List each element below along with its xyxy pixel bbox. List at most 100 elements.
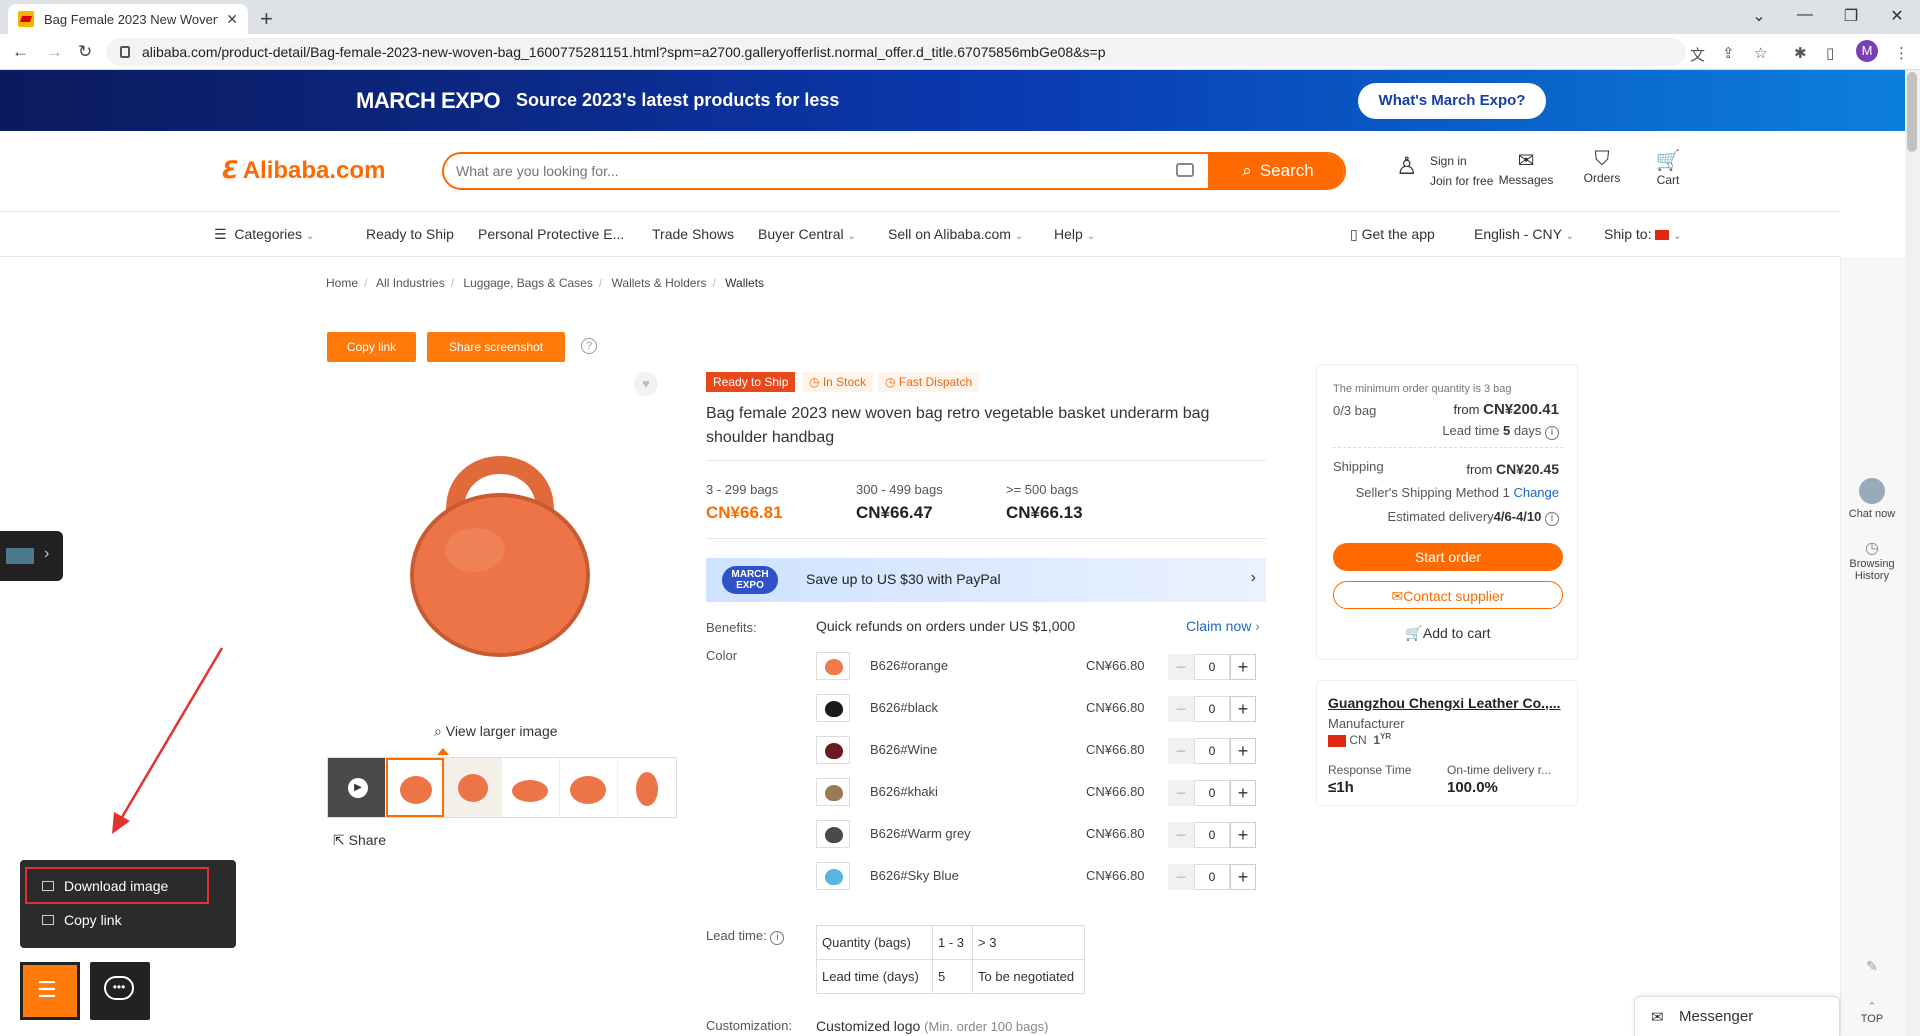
get-app-link[interactable]: ▯ Get the app	[1350, 226, 1435, 243]
thumbnail-video[interactable]: ▶	[328, 758, 386, 817]
supplier-name-link[interactable]: Guangzhou Chengxi Leather Co.,...	[1328, 695, 1561, 711]
thumbnail-3[interactable]	[502, 758, 560, 817]
orders-link[interactable]: ⛉ Orders	[1572, 148, 1632, 185]
start-order-button[interactable]: Start order	[1333, 543, 1563, 571]
info-icon[interactable]: i	[1545, 426, 1559, 440]
breadcrumb-wallets[interactable]: Wallets	[725, 276, 764, 290]
quantity-input[interactable]: 0	[1194, 738, 1230, 764]
nav-trade-shows[interactable]: Trade Shows	[652, 226, 734, 242]
color-swatch[interactable]	[816, 820, 850, 848]
whats-march-expo-button[interactable]: What's March Expo?	[1358, 83, 1546, 119]
share-page-icon[interactable]: ⇪	[1722, 44, 1735, 62]
reload-icon[interactable]: ↻	[78, 42, 92, 62]
nav-ready-to-ship[interactable]: Ready to Ship	[366, 226, 454, 242]
breadcrumb-luggage[interactable]: Luggage, Bags & Cases	[463, 276, 592, 290]
alibaba-logo[interactable]: ℇ Alibaba.com	[222, 156, 385, 185]
quantity-input[interactable]: 0	[1194, 780, 1230, 806]
color-swatch[interactable]	[816, 862, 850, 890]
tab-search-icon[interactable]: ⌄	[1744, 6, 1774, 26]
close-tab-icon[interactable]: ✕	[226, 11, 238, 28]
view-larger-image-link[interactable]: ⌕ View larger image	[434, 723, 558, 740]
forward-icon[interactable]: →	[46, 42, 63, 62]
search-button[interactable]: ⌕ Search	[1208, 154, 1344, 188]
thumbnail-5[interactable]	[618, 758, 676, 817]
breadcrumb-all-industries[interactable]: All Industries	[376, 276, 445, 290]
decrease-quantity-button[interactable]: −	[1168, 780, 1194, 806]
increase-quantity-button[interactable]: +	[1230, 822, 1256, 848]
decrease-quantity-button[interactable]: −	[1168, 822, 1194, 848]
increase-quantity-button[interactable]: +	[1230, 654, 1256, 680]
claim-now-link[interactable]: Claim now ›	[1186, 618, 1260, 634]
menu-dots-icon[interactable]: ⋮	[1894, 44, 1909, 62]
messenger-bar[interactable]: ✉ Messenger	[1634, 996, 1840, 1036]
chat-now-button[interactable]: Chat now	[1842, 478, 1902, 520]
info-icon[interactable]: i	[770, 931, 785, 945]
minimize-icon[interactable]: —	[1790, 6, 1820, 24]
nav-personal-protective[interactable]: Personal Protective E...	[478, 226, 624, 242]
decrease-quantity-button[interactable]: −	[1168, 738, 1194, 764]
quantity-input[interactable]: 0	[1194, 696, 1230, 722]
decrease-quantity-button[interactable]: −	[1168, 696, 1194, 722]
feedback-icon[interactable]: ✎	[1842, 958, 1902, 975]
quantity-input[interactable]: 0	[1194, 864, 1230, 890]
extensions-icon[interactable]: ✱	[1794, 44, 1807, 62]
new-tab-icon[interactable]: +	[260, 6, 273, 32]
copy-link-option[interactable]: Copy link	[42, 912, 122, 928]
march-expo-banner[interactable]: MARCH EXPO Source 2023's latest products…	[0, 70, 1905, 131]
cart-link[interactable]: 🛒 Cart	[1638, 148, 1698, 187]
quantity-input[interactable]: 0	[1194, 822, 1230, 848]
search-input[interactable]	[456, 154, 1156, 188]
color-swatch[interactable]	[816, 778, 850, 806]
close-window-icon[interactable]: ✕	[1882, 6, 1912, 26]
back-icon[interactable]: ←	[12, 42, 29, 62]
nav-sell[interactable]: Sell on Alibaba.com ⌄	[888, 226, 1023, 242]
color-swatch[interactable]	[816, 736, 850, 764]
nav-buyer-central[interactable]: Buyer Central ⌄	[758, 226, 856, 242]
browsing-history-button[interactable]: ◷ Browsing History	[1842, 538, 1902, 582]
change-shipping-link[interactable]: Change	[1513, 485, 1559, 500]
decrease-quantity-button[interactable]: −	[1168, 654, 1194, 680]
chat-bubble-button[interactable]: •••	[90, 962, 150, 1020]
scrollbar-thumb[interactable]	[1907, 72, 1917, 152]
increase-quantity-button[interactable]: +	[1230, 780, 1256, 806]
share-link[interactable]: ⇱ Share	[333, 832, 386, 849]
increase-quantity-button[interactable]: +	[1230, 696, 1256, 722]
color-swatch[interactable]	[816, 652, 850, 680]
color-swatch[interactable]	[816, 694, 850, 722]
favorite-heart-icon[interactable]: ♥	[634, 372, 658, 396]
thumbnail-4[interactable]	[560, 758, 618, 817]
decrease-quantity-button[interactable]: −	[1168, 864, 1194, 890]
info-icon[interactable]: i	[1545, 512, 1559, 526]
browser-tab[interactable]: Bag Female 2023 New Woven ✕	[8, 4, 248, 34]
share-screenshot-button[interactable]: Share screenshot	[427, 332, 565, 362]
language-selector[interactable]: English - CNY ⌄	[1474, 226, 1574, 242]
contact-supplier-button[interactable]: ✉Contact supplier	[1333, 581, 1563, 609]
side-promo-tab[interactable]: ›	[0, 531, 63, 581]
bookmark-star-icon[interactable]: ☆	[1754, 44, 1767, 62]
translate-icon[interactable]: 文	[1690, 44, 1705, 65]
copy-link-button[interactable]: Copy link	[327, 332, 416, 362]
side-panel-icon[interactable]: ▯	[1826, 44, 1834, 62]
profile-avatar[interactable]: M	[1856, 40, 1878, 62]
thumbnail-2[interactable]	[444, 758, 502, 817]
categories-menu[interactable]: ☰ Categories ⌄	[214, 226, 314, 243]
back-to-top-button[interactable]: ⌃ TOP	[1842, 1000, 1902, 1025]
paypal-promo-banner[interactable]: MARCH EXPO Save up to US $30 with PayPal…	[706, 558, 1266, 602]
increase-quantity-button[interactable]: +	[1230, 738, 1256, 764]
increase-quantity-button[interactable]: +	[1230, 864, 1256, 890]
page-scrollbar[interactable]	[1905, 70, 1920, 1036]
messages-link[interactable]: ✉ Messages	[1496, 148, 1556, 187]
camera-search-icon[interactable]	[1176, 163, 1194, 177]
thumbnail-1[interactable]	[386, 758, 444, 817]
restore-icon[interactable]: ❐	[1836, 6, 1866, 26]
add-to-cart-button[interactable]: 🛒Add to cart	[1333, 619, 1563, 647]
help-icon[interactable]: ?	[581, 338, 597, 354]
breadcrumb-wallets-holders[interactable]: Wallets & Holders	[612, 276, 707, 290]
url-field[interactable]: alibaba.com/product-detail/Bag-female-20…	[106, 38, 1686, 66]
product-main-image[interactable]	[395, 440, 605, 660]
quantity-input[interactable]: 0	[1194, 654, 1230, 680]
ship-to-selector[interactable]: Ship to: ⌄	[1604, 226, 1682, 242]
breadcrumb-home[interactable]: Home	[326, 276, 358, 290]
nav-help[interactable]: Help ⌄	[1054, 226, 1095, 242]
share-menu-toggle-button[interactable]: ☰	[20, 962, 80, 1020]
